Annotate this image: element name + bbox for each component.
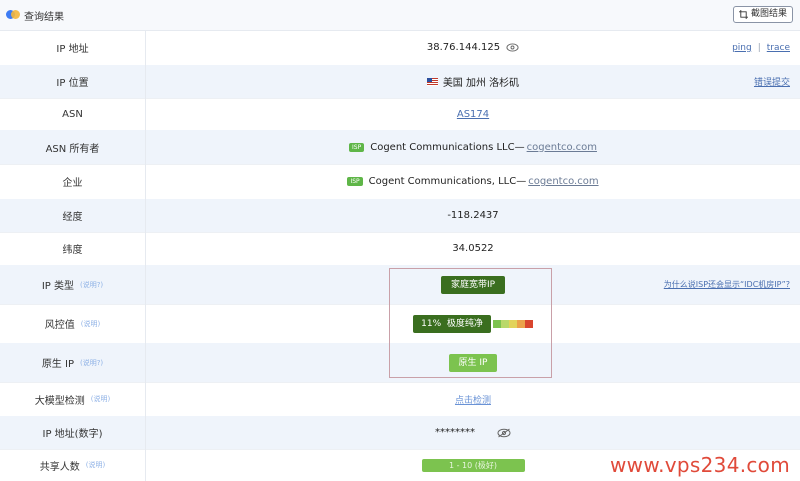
row-company: 企业 ISP Cogent Communications, LLC— cogen… bbox=[0, 164, 800, 200]
isp-idc-question-link[interactable]: 为什么说ISP还会显示“IDC机房IP”? bbox=[664, 279, 790, 290]
risk-meter bbox=[492, 319, 533, 328]
row-value: 美国 加州 洛杉矶 bbox=[146, 65, 800, 98]
risk-meter-segment bbox=[516, 319, 525, 328]
row-label: 大模型检测 bbox=[34, 395, 85, 407]
us-flag-icon bbox=[426, 77, 438, 86]
row-value: ISP Cogent Communications, LLC— cogentco… bbox=[146, 164, 800, 199]
company-name: Cogent Communications, LLC— bbox=[368, 176, 527, 187]
eye-off-icon[interactable] bbox=[497, 428, 511, 438]
row-label: 经度 bbox=[0, 199, 146, 232]
risk-indicator: 11% 极度纯净 bbox=[413, 314, 533, 333]
row-label: 原生 IP bbox=[41, 359, 74, 370]
ping-link[interactable]: ping bbox=[732, 43, 752, 53]
help-link[interactable]: (说明?) bbox=[80, 280, 103, 290]
row-ip-address: IP 地址 38.76.144.125 ping | trace bbox=[0, 30, 800, 66]
row-label: 风控值 bbox=[44, 320, 75, 331]
row-latitude: 纬度 34.0522 bbox=[0, 232, 800, 266]
row-longitude: 经度 -118.2437 bbox=[0, 199, 800, 233]
risk-meter-segment bbox=[500, 319, 509, 328]
asn-link[interactable]: AS174 bbox=[457, 109, 489, 120]
asn-owner-domain-link[interactable]: cogentco.com bbox=[527, 142, 597, 153]
report-error-link[interactable]: 错误提交 bbox=[754, 75, 790, 88]
risk-meter-segment bbox=[524, 319, 533, 328]
screenshot-button[interactable]: 截图结果 bbox=[732, 6, 793, 23]
location-value: 美国 加州 洛杉矶 bbox=[442, 78, 520, 89]
row-label-cell: 风控值 (说明) bbox=[0, 304, 146, 343]
ip-tools: ping | trace bbox=[732, 30, 790, 65]
row-label: IP 类型 bbox=[41, 281, 74, 292]
eye-icon[interactable] bbox=[506, 43, 519, 52]
row-asn-owner: ASN 所有者 ISP Cogent Communications LLC— c… bbox=[0, 130, 800, 165]
watermark: www.vps234.com bbox=[610, 453, 790, 477]
ip-type-tools: 为什么说ISP还会显示“IDC机房IP”? bbox=[664, 265, 790, 304]
row-ip-location: IP 位置 美国 加州 洛杉矶 错误提交 bbox=[0, 65, 800, 99]
row-label: IP 位置 bbox=[0, 65, 146, 98]
asn-owner-name: Cogent Communications LLC— bbox=[370, 141, 525, 153]
risk-score-tag: 11% 极度纯净 bbox=[413, 314, 491, 333]
company-domain-link[interactable]: cogentco.com bbox=[528, 176, 598, 187]
row-llm-detection: 大模型检测 (说明) 点击检测 bbox=[0, 382, 800, 417]
row-label: 共享人数 bbox=[39, 461, 80, 473]
row-ip-type: IP 类型 (说明?) 家庭宽带IP 为什么说ISP还会显示“IDC机房IP”? bbox=[0, 265, 800, 305]
row-label: 纬度 bbox=[0, 232, 146, 265]
tool-separator: | bbox=[757, 42, 761, 53]
row-label-cell: 原生 IP (说明?) bbox=[0, 343, 146, 382]
row-value: 11% 极度纯净 bbox=[146, 304, 800, 343]
row-risk-score: 风控值 (说明) 11% 极度纯净 bbox=[0, 304, 800, 344]
screenshot-button-label: 截图结果 bbox=[750, 9, 787, 19]
ip-address-value: 38.76.144.125 bbox=[426, 42, 501, 53]
row-value: -118.2437 bbox=[146, 199, 800, 232]
trace-link[interactable]: trace bbox=[767, 43, 790, 53]
row-label: IP 地址 bbox=[0, 30, 146, 65]
row-value: ******** bbox=[146, 416, 800, 449]
results-header: 查询结果 截图结果 bbox=[0, 0, 800, 31]
row-label: 企业 bbox=[0, 164, 146, 199]
row-label: ASN bbox=[0, 98, 146, 130]
help-link[interactable]: (说明?) bbox=[80, 358, 103, 368]
ip-type-tag: 家庭宽带IP bbox=[440, 275, 506, 294]
row-label: ASN 所有者 bbox=[0, 130, 146, 164]
ip-numeric-value: ******** bbox=[435, 427, 475, 438]
row-asn: ASN AS174 bbox=[0, 98, 800, 131]
longitude-value: -118.2437 bbox=[447, 210, 499, 221]
row-label-cell: IP 类型 (说明?) bbox=[0, 265, 146, 304]
row-native-ip: 原生 IP (说明?) 原生 IP bbox=[0, 343, 800, 383]
row-value: 原生 IP bbox=[146, 343, 800, 382]
row-value: 38.76.144.125 bbox=[146, 30, 800, 65]
isp-badge: ISP bbox=[349, 142, 365, 152]
latitude-value: 34.0522 bbox=[452, 243, 494, 254]
row-label-cell: 共享人数 (说明) bbox=[0, 449, 146, 481]
logo-icon bbox=[6, 9, 22, 21]
llm-detect-link[interactable]: 点击检测 bbox=[455, 393, 491, 406]
row-label-cell: 大模型检测 (说明) bbox=[0, 382, 146, 416]
help-link[interactable]: (说明) bbox=[81, 319, 100, 329]
risk-meter-segment bbox=[508, 319, 517, 328]
share-count-bar: 1 - 10 (极好) bbox=[421, 458, 525, 472]
native-ip-tag: 原生 IP bbox=[448, 353, 498, 372]
location-tools: 错误提交 bbox=[754, 65, 790, 98]
crop-icon bbox=[738, 10, 748, 19]
page-title: 查询结果 bbox=[24, 12, 64, 23]
row-value: 点击检测 bbox=[146, 382, 800, 416]
row-label: IP 地址(数字) bbox=[0, 416, 146, 449]
row-ip-numeric: IP 地址(数字) ******** bbox=[0, 416, 800, 450]
help-link[interactable]: (说明) bbox=[86, 460, 105, 470]
isp-badge: ISP bbox=[347, 177, 363, 186]
risk-meter-segment bbox=[492, 319, 501, 328]
row-value: 34.0522 bbox=[146, 232, 800, 265]
row-value: AS174 bbox=[146, 98, 800, 130]
row-value: ISP Cogent Communications LLC— cogentco.… bbox=[146, 130, 800, 164]
help-link[interactable]: (说明) bbox=[91, 394, 110, 404]
